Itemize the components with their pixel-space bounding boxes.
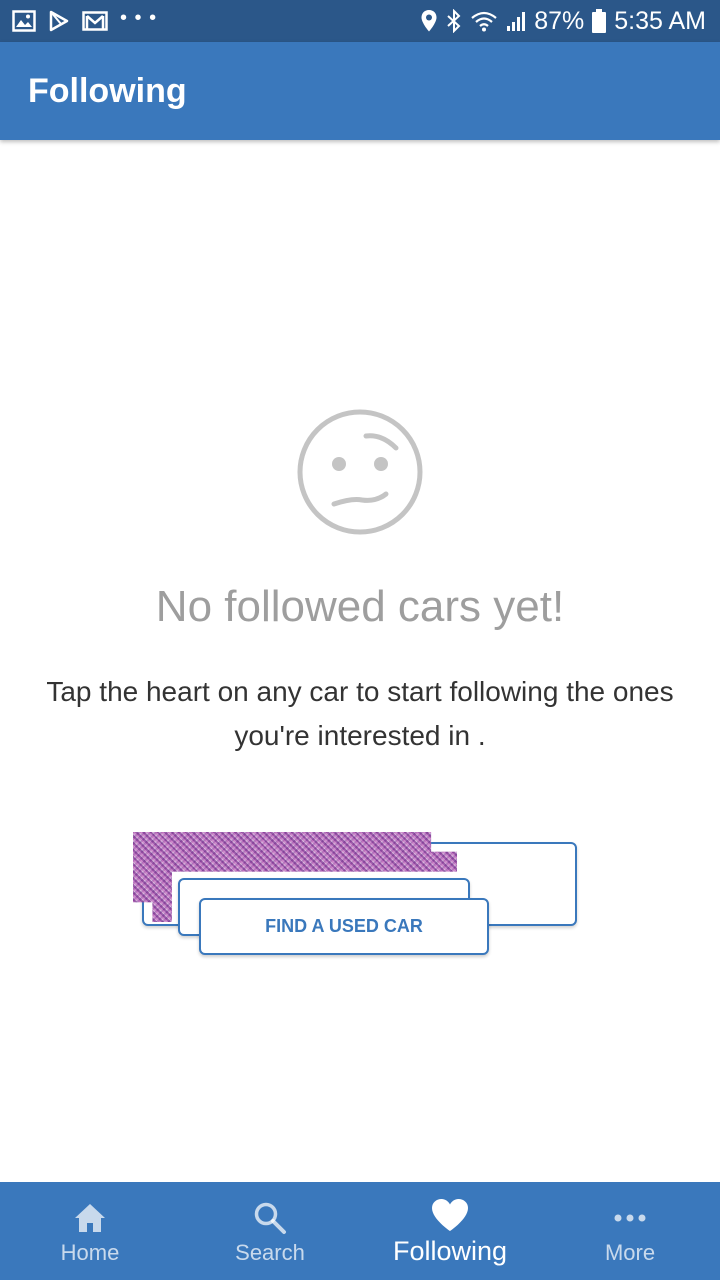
battery-percent: 87% — [534, 6, 585, 35]
play-store-icon — [48, 10, 70, 32]
clock: 5:35 AM — [614, 6, 706, 35]
bluetooth-icon — [446, 9, 462, 33]
nav-label-search: Search — [235, 1240, 305, 1265]
page-title: Following — [28, 71, 187, 110]
search-icon — [180, 1198, 360, 1238]
app-bar: Following — [0, 42, 720, 140]
nav-item-home[interactable]: Home — [0, 1182, 180, 1280]
confused-face-icon — [296, 408, 424, 536]
bottom-navigation: Home Search Following More — [0, 1182, 720, 1280]
more-dots-icon — [540, 1198, 720, 1238]
empty-state-description: Tap the heart on any car to start follow… — [46, 676, 674, 751]
home-icon — [0, 1198, 180, 1238]
status-bar: • • • 87% 5:35 AM — [0, 0, 720, 42]
empty-state-title: No followed cars yet! — [155, 582, 565, 631]
status-bar-right: 87% 5:35 AM — [420, 7, 706, 36]
signal-icon — [506, 10, 526, 32]
status-bar-left: • • • — [12, 6, 158, 32]
nav-item-more[interactable]: More — [540, 1182, 720, 1280]
heart-icon — [360, 1198, 540, 1238]
battery-icon — [592, 9, 607, 33]
wifi-icon — [470, 10, 498, 32]
nav-item-search[interactable]: Search — [180, 1182, 360, 1280]
nav-label-following: Following — [392, 1236, 508, 1266]
location-icon — [420, 9, 438, 33]
nav-item-following[interactable]: Following — [360, 1182, 540, 1280]
gmail-icon — [82, 10, 108, 32]
nav-label-more: More — [604, 1240, 656, 1265]
nav-label-home: Home — [60, 1240, 120, 1265]
more-dots-icon: • • • — [120, 6, 158, 29]
gallery-icon — [12, 10, 36, 32]
find-used-car-button[interactable]: FIND A USED CAR — [199, 898, 489, 955]
